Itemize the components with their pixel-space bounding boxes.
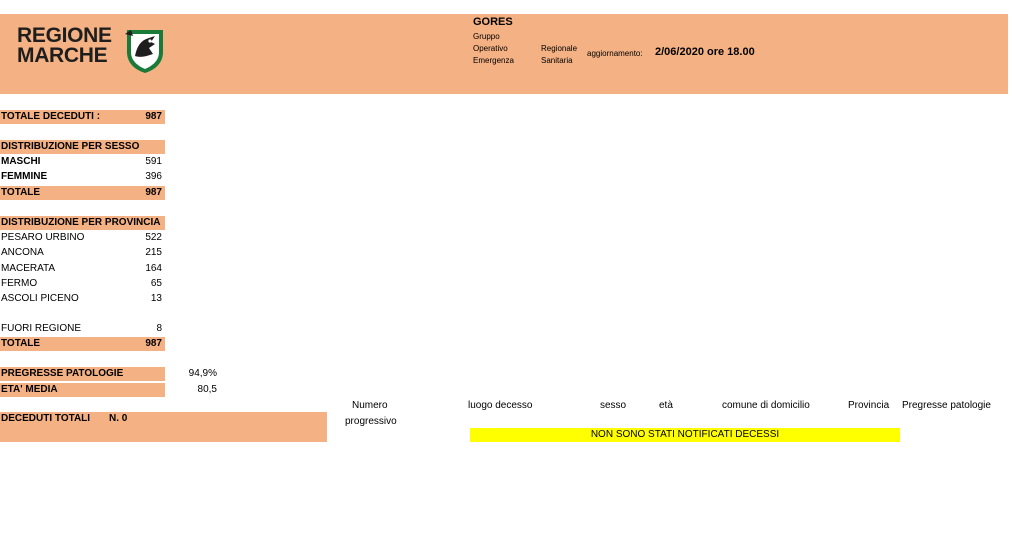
col-sesso: sesso <box>600 400 627 411</box>
gruppo-text: Gruppo <box>473 32 500 41</box>
fermo-value: 65 <box>150 278 162 289</box>
provincia-heading: DISTRIBUZIONE PER PROVINCIA <box>1 217 161 228</box>
provincia-totale-value: 987 <box>145 338 162 349</box>
totale-deceduti-label: TOTALE DECEDUTI : <box>1 111 101 122</box>
deceduti-totali-label: DECEDUTI TOTALI <box>1 413 91 424</box>
update-label: aggiornamento: <box>587 49 643 58</box>
col-numero-line1: Numero <box>352 400 388 411</box>
sesso-totale-value: 987 <box>145 187 162 198</box>
totale-deceduti-value: 987 <box>145 111 162 122</box>
fuori-regione-label: FUORI REGIONE <box>1 323 82 334</box>
col-numero-line2: progressivo <box>345 416 397 427</box>
gores-title: GORES <box>473 16 513 28</box>
ascoli-piceno-label: ASCOLI PICENO <box>1 293 79 304</box>
operativo-text: Operativo <box>473 44 508 53</box>
macerata-label: MACERATA <box>1 263 56 274</box>
femmine-label: FEMMINE <box>1 171 48 182</box>
macerata-value: 164 <box>145 263 162 274</box>
logo-line-1: REGIONE <box>17 24 112 47</box>
ancona-value: 215 <box>145 247 162 258</box>
report-page: REGIONE MARCHE GORES Gruppo Operativo Em… <box>0 0 1012 533</box>
sesso-heading: DISTRIBUZIONE PER SESSO <box>1 141 140 152</box>
update-value: 2/06/2020 ore 18.00 <box>655 46 755 58</box>
maschi-value: 591 <box>145 156 162 167</box>
sanitaria-text: Sanitaria <box>541 56 573 65</box>
eta-media-label: ETA' MEDIA <box>1 384 58 395</box>
pesaro-urbino-label: PESARO URBINO <box>1 232 85 243</box>
eta-media-value: 80,5 <box>197 384 217 395</box>
col-provincia: Provincia <box>848 400 890 411</box>
regione-marche-emblem-icon <box>125 30 163 73</box>
no-deaths-notice: NON SONO STATI NOTIFICATI DECESSI <box>470 428 900 442</box>
fuori-regione-value: 8 <box>156 323 162 334</box>
ascoli-piceno-value: 13 <box>150 293 162 304</box>
pesaro-urbino-value: 522 <box>145 232 162 243</box>
pregresse-patologie-value: 94,9% <box>188 368 217 379</box>
logo-line-2: MARCHE <box>17 44 108 67</box>
col-comune-domicilio: comune di domicilio <box>722 400 810 411</box>
deceduti-totali-value: N. 0 <box>109 413 128 424</box>
fermo-label: FERMO <box>1 278 38 289</box>
femmine-value: 396 <box>145 171 162 182</box>
col-eta: età <box>659 400 673 411</box>
emergenza-text: Emergenza <box>473 56 514 65</box>
col-pregresse-patologie: Pregresse patologie <box>902 400 991 411</box>
ancona-label: ANCONA <box>1 247 44 258</box>
regionale-text: Regionale <box>541 44 578 53</box>
col-luogo-decesso: luogo decesso <box>468 400 533 411</box>
maschi-label: MASCHI <box>1 156 41 167</box>
pregresse-patologie-label: PREGRESSE PATOLOGIE <box>1 368 124 379</box>
regione-marche-logo: REGIONE MARCHE <box>17 24 112 67</box>
sesso-totale-label: TOTALE <box>1 187 41 198</box>
provincia-totale-label: TOTALE <box>1 338 41 349</box>
